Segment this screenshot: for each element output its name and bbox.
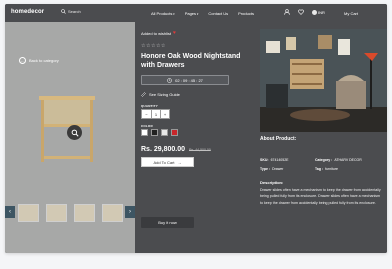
nav-links: All Products Pages Contact Us Products [151, 11, 254, 16]
description-text: Drawer slides often have a mechanism to … [260, 188, 381, 205]
back-to-category[interactable]: ← Back to category [19, 57, 59, 64]
about-section: About Product: [260, 136, 384, 149]
top-nav: homedecor Search All Products Pages Cont… [5, 4, 387, 22]
current-price: Rs. 29,800.00 [141, 146, 185, 153]
tag-value[interactable]: furniture [325, 167, 338, 171]
timer-value: 02 : 09 : 45 : 27 [175, 77, 203, 83]
color-swatch[interactable] [161, 129, 168, 136]
search-box[interactable]: Search [61, 9, 81, 14]
sku-label: SKU: [260, 158, 269, 162]
old-price: Rs. 44,500.00 [188, 148, 211, 152]
clock-icon [167, 77, 172, 83]
color-swatch[interactable] [151, 129, 158, 136]
category-value[interactable]: ATHARV DECOR [334, 158, 362, 162]
sku-value: 67414052E [270, 158, 289, 162]
currency-selector[interactable]: INR [312, 9, 325, 15]
nav-link-products[interactable]: Products [238, 11, 254, 16]
price-block: Rs. 29,800.00 Rs. 44,500.00 [141, 146, 211, 153]
description-heading: Description: [260, 180, 284, 185]
thumb-prev-arrow[interactable]: ‹ [5, 206, 15, 218]
zoom-icon[interactable] [67, 125, 82, 140]
cart-link[interactable]: My Cart [344, 11, 358, 16]
wishlist-label: Added to wishlist [141, 30, 172, 36]
category-label: Category : [315, 158, 333, 162]
add-to-cart-label: Add To Cart [153, 159, 175, 165]
color-swatch[interactable] [171, 129, 178, 136]
type-label: Type : [260, 167, 271, 171]
countdown-timer: 02 : 09 : 45 : 27 [141, 75, 229, 85]
color-label: COLOR [141, 124, 153, 128]
page-frame: homedecor Search All Products Pages Cont… [5, 4, 387, 253]
nav-link-all-products[interactable]: All Products [151, 11, 175, 16]
thumbnail[interactable] [18, 204, 39, 222]
quantity-stepper: − 1 + [141, 109, 170, 119]
thumbnail[interactable] [46, 204, 67, 222]
sizing-guide-link[interactable]: See Sizing Guide [141, 92, 180, 97]
sku-row: SKU: 67414052E [260, 158, 288, 162]
product-details: About Product: SKU: 67414052E Category :A… [255, 22, 387, 253]
thumbnail-strip [18, 204, 123, 222]
color-swatches [141, 129, 178, 136]
sizing-label: See Sizing Guide [149, 92, 180, 97]
product-title: Honore Oak Wood Nightstand with Drawers [141, 53, 241, 69]
quantity-label: QUANTITY [141, 104, 158, 108]
search-label: Search [68, 9, 81, 14]
quantity-plus-button[interactable]: + [160, 110, 169, 118]
thumbnail[interactable] [102, 204, 123, 222]
room-photo [260, 29, 387, 132]
heart-filled-icon: ♥ [173, 30, 176, 36]
tag-label: Tag : [315, 167, 324, 171]
product-gallery: ← Back to category ‹ › [5, 22, 135, 253]
type-value: Drawer [272, 167, 284, 171]
type-row: Type : Drawer [260, 167, 283, 171]
user-icon[interactable] [284, 9, 290, 15]
quantity-value[interactable]: 1 [151, 110, 160, 118]
back-label: Back to category [29, 58, 59, 63]
product-info: Added to wishlist ♥ ☆☆☆☆☆ Honore Oak Woo… [135, 22, 255, 253]
add-to-cart-button[interactable]: Add To Cart → [141, 157, 194, 167]
ruler-icon [141, 92, 146, 97]
search-icon [61, 9, 66, 14]
color-swatch[interactable] [141, 129, 148, 136]
tag-row: Tag : furniture [315, 167, 338, 171]
nav-icons: INR [284, 9, 325, 15]
wishlist-status[interactable]: Added to wishlist ♥ [141, 30, 176, 36]
arrow-left-icon: ← [19, 57, 26, 64]
nav-link-contact[interactable]: Contact Us [208, 11, 228, 16]
thumb-next-arrow[interactable]: › [125, 206, 135, 218]
site-logo[interactable]: homedecor [11, 9, 44, 15]
quantity-minus-button[interactable]: − [142, 110, 151, 118]
about-heading: About Product: [260, 136, 297, 142]
heart-icon[interactable] [298, 9, 304, 15]
arrow-right-icon: → [177, 159, 182, 165]
thumbnail[interactable] [74, 204, 95, 222]
currency-label: INR [318, 9, 325, 15]
flag-icon [312, 9, 317, 15]
rating-stars: ☆☆☆☆☆ [141, 43, 166, 49]
buy-now-button[interactable]: Buy it now [141, 217, 194, 228]
nav-link-pages[interactable]: Pages [185, 11, 199, 16]
category-row: Category : ATHARV DECOR [315, 158, 362, 162]
